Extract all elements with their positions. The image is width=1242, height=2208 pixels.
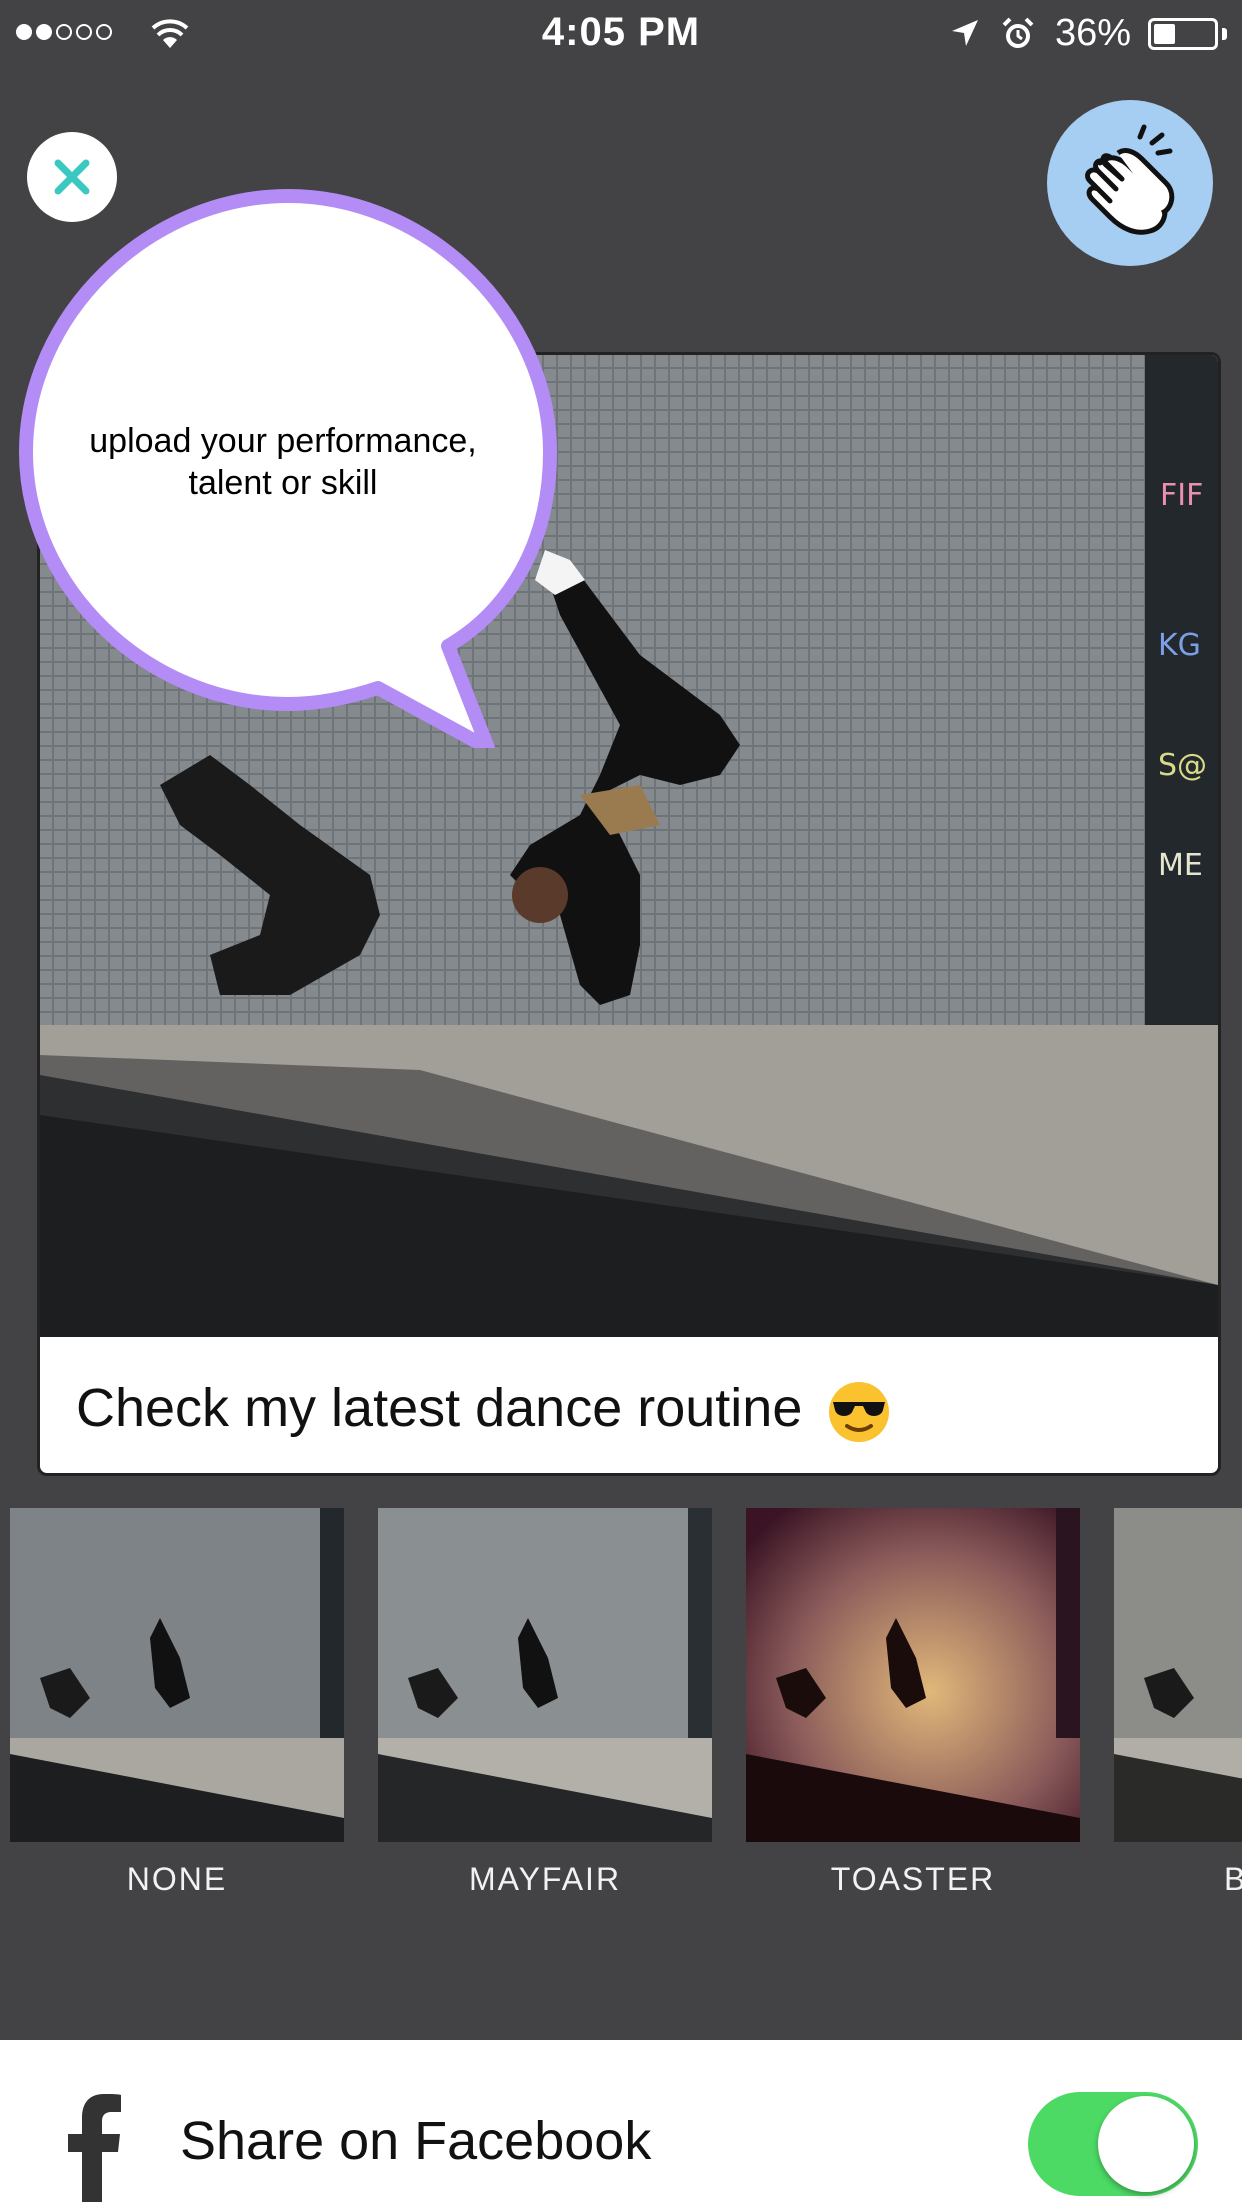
share-facebook-toggle[interactable] [1028,2092,1198,2196]
filter-label: NONE [126,1861,228,1897]
svg-text:ME: ME [1158,848,1203,883]
post-caption: Check my latest dance routine [76,1377,891,1444]
toggle-knob[interactable] [1098,2096,1194,2192]
caption-text: Check my latest dance routine [76,1378,803,1438]
filter-partial[interactable]: B [1114,1508,1242,1898]
svg-text:S@: S@ [1158,748,1207,783]
clap-button[interactable] [1047,100,1213,266]
filter-thumbnail[interactable] [1114,1508,1242,1842]
facebook-icon [68,2094,121,2202]
filter-strip[interactable]: NONE MAYFAIR TOASTER B [0,1508,1242,1908]
filter-none[interactable]: NONE [10,1508,344,1898]
alarm-icon [1002,17,1034,48]
filter-thumbnail[interactable] [10,1508,344,1842]
filter-toaster[interactable]: TOASTER [746,1508,1080,1898]
battery-tip [1222,28,1227,40]
speech-bubble-text: upload your performance, talent or skill [89,422,477,502]
filter-label: MAYFAIR [468,1861,622,1897]
svg-text:KG: KG [1158,628,1201,663]
location-arrow-icon [952,20,978,46]
clapping-hands-icon [1085,124,1175,235]
filter-label: B [1224,1861,1242,1897]
filter-mayfair[interactable]: MAYFAIR [378,1508,712,1898]
filter-thumbnail[interactable] [746,1508,1080,1842]
battery-percent: 36% [1055,12,1132,54]
share-facebook-label: Share on Facebook [180,2111,652,2171]
sunglasses-emoji-icon [829,1381,890,1442]
filter-label: TOASTER [830,1861,996,1897]
svg-text:FIF: FIF [1160,478,1203,513]
filter-thumbnail[interactable] [378,1508,712,1842]
status-bar: 4:05 PM 36% [0,0,1242,70]
battery-icon [1148,18,1218,50]
battery-fill [1154,24,1175,44]
